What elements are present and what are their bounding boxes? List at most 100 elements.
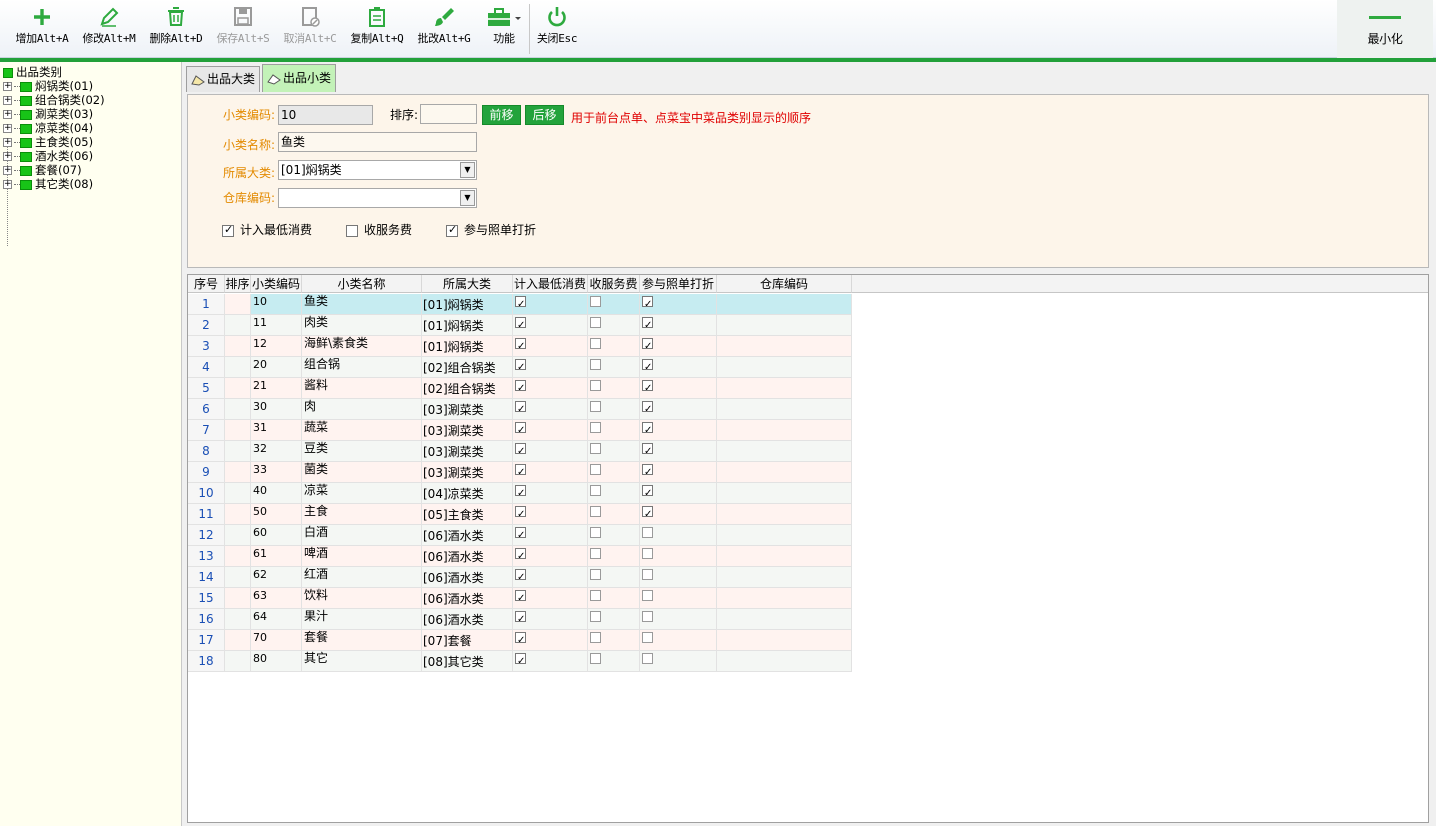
checkbox-unchecked-icon[interactable] (590, 485, 601, 496)
cell-parent[interactable]: [06]酒水类 (422, 525, 513, 546)
cell-sort[interactable] (225, 462, 251, 483)
tree-item[interactable]: + 其它类(08) (3, 177, 93, 191)
checkbox-unchecked-icon[interactable] (590, 611, 601, 622)
tree-item[interactable]: + 涮菜类(03) (3, 107, 93, 121)
cell-discount[interactable] (640, 378, 717, 399)
cell-min-consumption[interactable] (513, 315, 588, 336)
cell-code[interactable]: 20 (251, 357, 302, 378)
dropdown-arrow-icon[interactable]: ▼ (460, 162, 475, 178)
cell-code[interactable]: 62 (251, 567, 302, 588)
expand-icon[interactable]: + (3, 82, 12, 91)
cell-name[interactable]: 组合锅 (302, 357, 422, 378)
cell-sort[interactable] (225, 546, 251, 567)
parent-select[interactable]: [01]焖锅类 ▼ (278, 160, 477, 180)
cell-code[interactable]: 64 (251, 609, 302, 630)
checkbox-unchecked-icon[interactable] (642, 527, 653, 538)
cell-warehouse[interactable] (717, 315, 852, 336)
cell-code[interactable]: 31 (251, 420, 302, 441)
checkbox-unchecked-icon[interactable] (590, 317, 601, 328)
table-row[interactable]: 2 11 肉类 [01]焖锅类 (188, 315, 852, 336)
cell-parent[interactable]: [03]涮菜类 (422, 420, 513, 441)
checkbox-checked-icon[interactable] (642, 378, 653, 398)
checkbox-unchecked-icon[interactable] (590, 359, 601, 370)
cell-parent[interactable]: [05]主食类 (422, 504, 513, 525)
checkbox-unchecked-icon[interactable] (590, 443, 601, 454)
function-menu-button[interactable]: 功能 (484, 4, 524, 54)
cell-discount[interactable] (640, 630, 717, 651)
checkbox-unchecked-icon[interactable] (590, 653, 601, 664)
cell-parent[interactable]: [06]酒水类 (422, 546, 513, 567)
table-row[interactable]: 9 33 菌类 [03]涮菜类 (188, 462, 852, 483)
cell-name[interactable]: 菌类 (302, 462, 422, 483)
add-button[interactable]: 增加Alt+A (12, 4, 72, 54)
expand-icon[interactable]: + (3, 110, 12, 119)
move-down-button[interactable]: 后移 (525, 105, 564, 125)
checkbox-checked-icon[interactable] (515, 294, 526, 314)
cell-sort[interactable] (225, 567, 251, 588)
cell-min-consumption[interactable] (513, 630, 588, 651)
checkbox-unchecked-icon[interactable] (642, 611, 653, 622)
cell-warehouse[interactable] (717, 378, 852, 399)
cell-code[interactable]: 63 (251, 588, 302, 609)
checkbox-checked-icon[interactable] (515, 357, 526, 377)
cell-sort[interactable] (225, 504, 251, 525)
cell-code[interactable]: 21 (251, 378, 302, 399)
cell-min-consumption[interactable] (513, 399, 588, 420)
cell-warehouse[interactable] (717, 630, 852, 651)
cell-discount[interactable] (640, 546, 717, 567)
cell-service-fee[interactable] (588, 378, 640, 399)
cell-min-consumption[interactable] (513, 294, 588, 315)
cell-service-fee[interactable] (588, 357, 640, 378)
cell-code[interactable]: 60 (251, 525, 302, 546)
cell-min-consumption[interactable] (513, 588, 588, 609)
warehouse-select[interactable]: ▼ (278, 188, 477, 208)
table-row[interactable]: 4 20 组合锅 [02]组合锅类 (188, 357, 852, 378)
table-row[interactable]: 16 64 果汁 [06]酒水类 (188, 609, 852, 630)
checkbox-checked-icon[interactable] (642, 483, 653, 503)
cell-warehouse[interactable] (717, 420, 852, 441)
expand-icon[interactable]: + (3, 124, 12, 133)
cell-warehouse[interactable] (717, 546, 852, 567)
col-header-service[interactable]: 收服务费 (588, 275, 640, 293)
col-header-no[interactable]: 序号 (188, 275, 225, 293)
cell-warehouse[interactable] (717, 483, 852, 504)
cell-service-fee[interactable] (588, 546, 640, 567)
checkbox-checked-icon[interactable] (515, 420, 526, 440)
checkbox-checked-icon[interactable] (642, 441, 653, 461)
cell-code[interactable]: 11 (251, 315, 302, 336)
tree-item[interactable]: + 焖锅类(01) (3, 79, 93, 93)
cell-min-consumption[interactable] (513, 504, 588, 525)
checkbox-unchecked-icon[interactable] (642, 590, 653, 601)
checkbox-checked-icon[interactable] (515, 483, 526, 503)
cell-warehouse[interactable] (717, 357, 852, 378)
checkbox-unchecked-icon[interactable] (590, 401, 601, 412)
cell-name[interactable]: 肉 (302, 399, 422, 420)
col-header-warehouse[interactable]: 仓库编码 (717, 275, 852, 293)
checkbox-unchecked-icon[interactable] (642, 569, 653, 580)
cell-code[interactable]: 10 (251, 294, 302, 315)
cell-service-fee[interactable] (588, 336, 640, 357)
cell-service-fee[interactable] (588, 588, 640, 609)
cell-service-fee[interactable] (588, 567, 640, 588)
cell-sort[interactable] (225, 357, 251, 378)
cell-min-consumption[interactable] (513, 357, 588, 378)
cell-service-fee[interactable] (588, 483, 640, 504)
name-field[interactable]: 鱼类 (278, 132, 477, 152)
cell-name[interactable]: 红酒 (302, 567, 422, 588)
cell-name[interactable]: 套餐 (302, 630, 422, 651)
table-row[interactable]: 1 10 鱼类 [01]焖锅类 (188, 294, 852, 315)
cell-code[interactable]: 80 (251, 651, 302, 672)
cell-code[interactable]: 40 (251, 483, 302, 504)
cell-min-consumption[interactable] (513, 441, 588, 462)
checkbox-checked-icon[interactable] (515, 378, 526, 398)
table-row[interactable]: 3 12 海鲜\素食类 [01]焖锅类 (188, 336, 852, 357)
expand-icon[interactable]: + (3, 180, 12, 189)
table-row[interactable]: 18 80 其它 [08]其它类 (188, 651, 852, 672)
service-fee-checkbox[interactable]: 收服务费 (346, 223, 412, 237)
dropdown-arrow-icon[interactable]: ▼ (460, 190, 475, 206)
checkbox-checked-icon[interactable] (515, 315, 526, 335)
cell-name[interactable]: 肉类 (302, 315, 422, 336)
cell-min-consumption[interactable] (513, 525, 588, 546)
checkbox-unchecked-icon[interactable] (590, 632, 601, 643)
table-row[interactable]: 8 32 豆类 [03]涮菜类 (188, 441, 852, 462)
